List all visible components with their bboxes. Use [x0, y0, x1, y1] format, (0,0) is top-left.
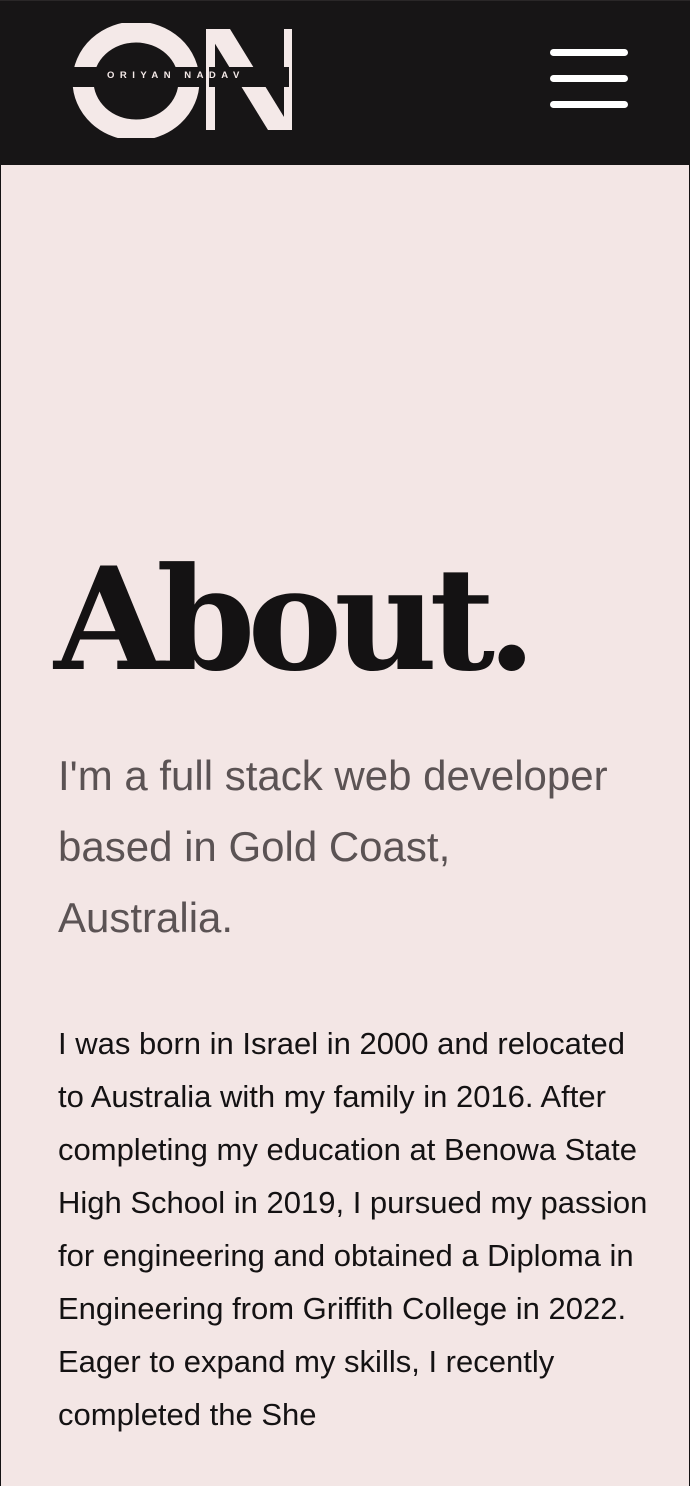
- logo-name: ORIYAN NADAV: [107, 70, 245, 81]
- about-bio: I was born in Israel in 2000 and relocat…: [58, 1026, 648, 1432]
- hamburger-bar-middle: [550, 75, 628, 82]
- site-logo[interactable]: ORIYAN NADAV: [70, 23, 300, 138]
- hamburger-bar-bottom: [550, 101, 628, 108]
- about-tagline: I'm a full stack web developer based in …: [58, 752, 608, 941]
- hamburger-menu-icon: [550, 49, 628, 56]
- page-title: About.: [54, 537, 536, 703]
- hamburger-menu-button[interactable]: [548, 45, 630, 115]
- site-header: ORIYAN NADAV: [0, 0, 690, 165]
